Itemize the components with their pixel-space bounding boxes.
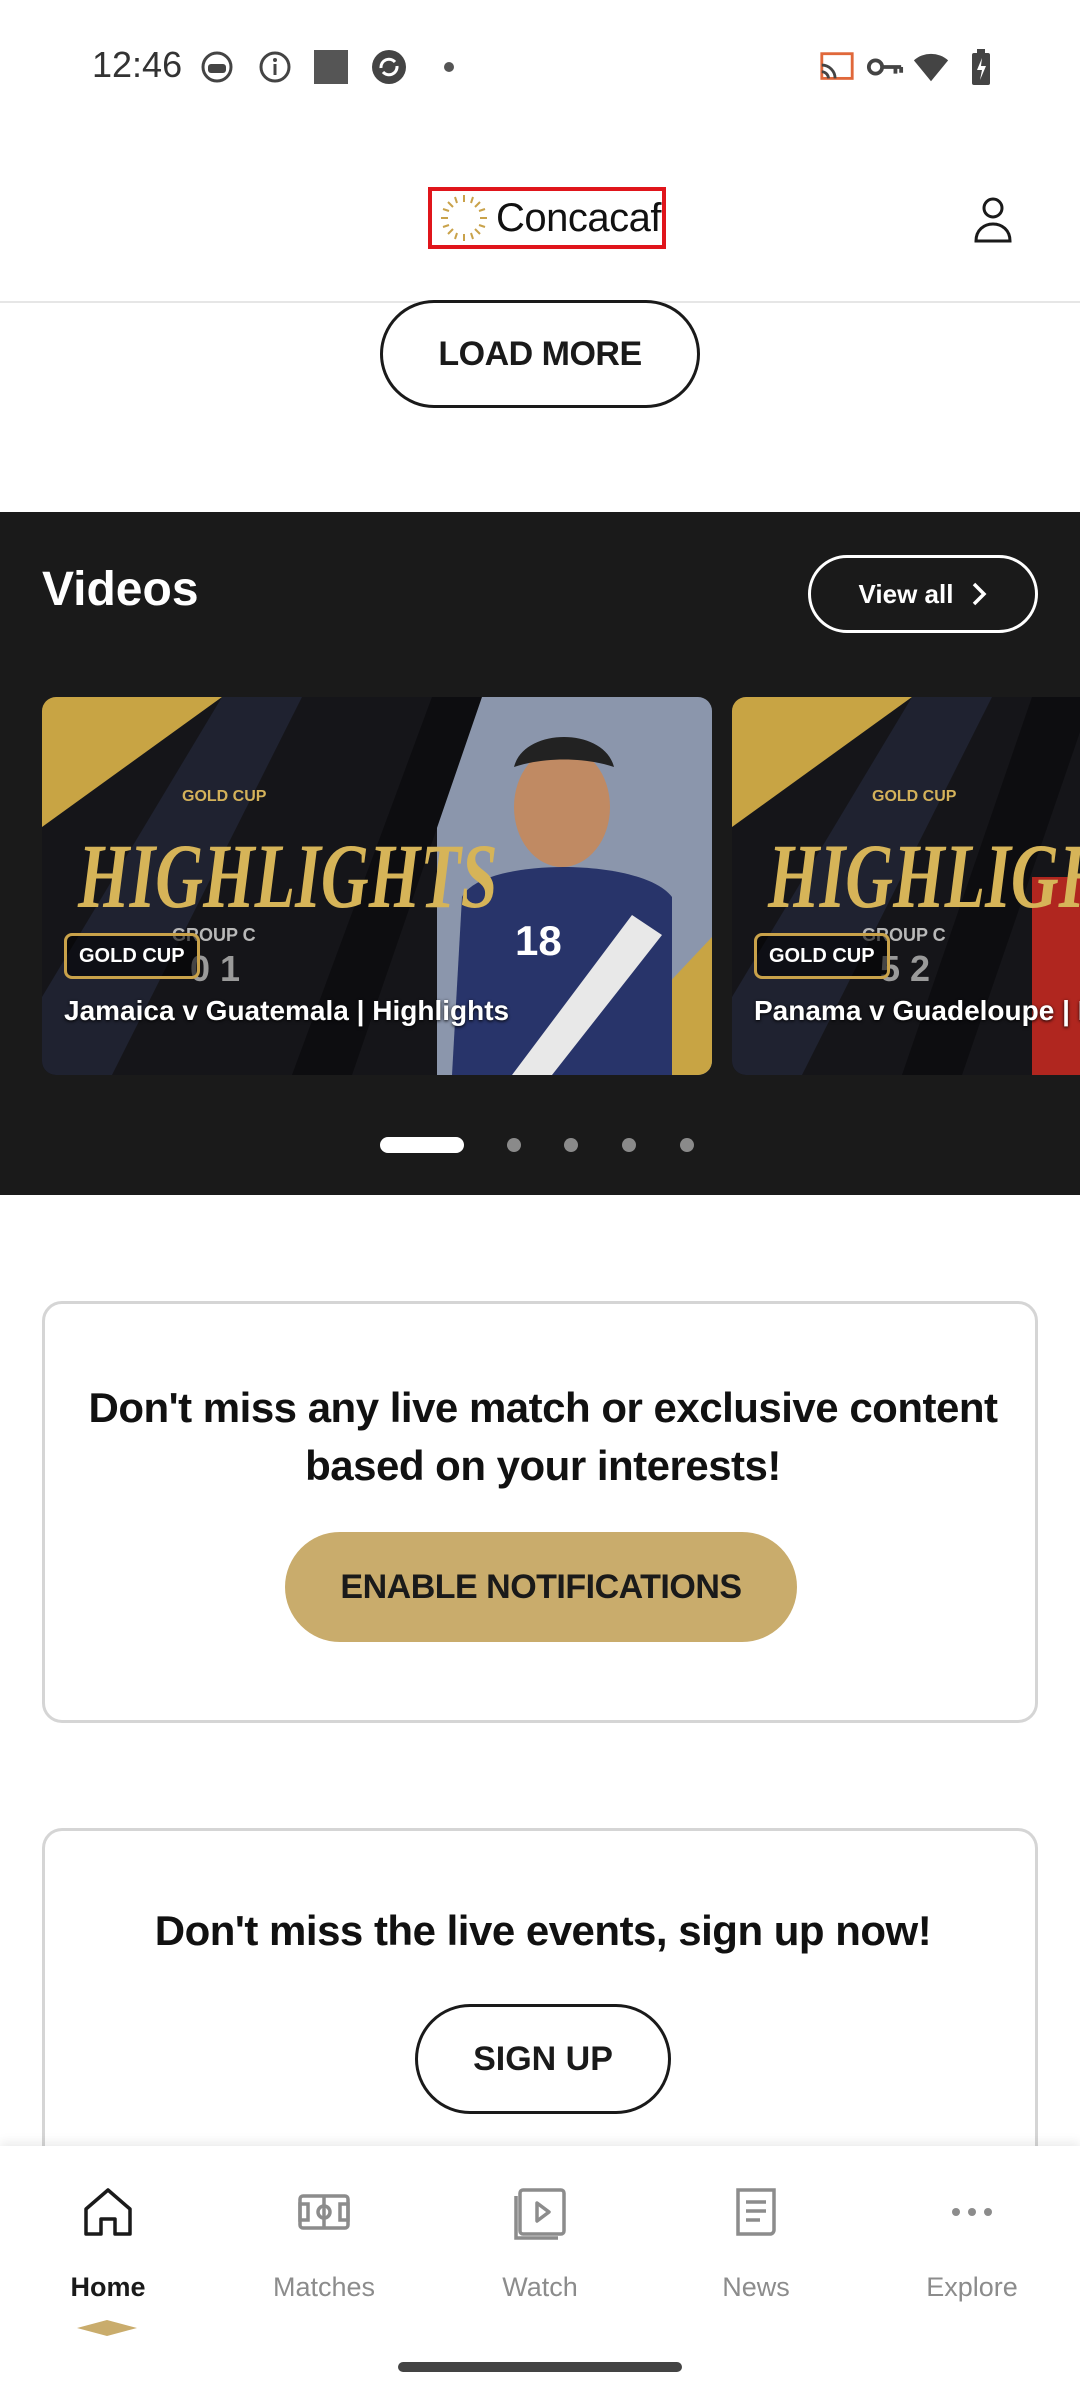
cast-icon xyxy=(818,48,856,86)
wifi-icon xyxy=(912,48,950,86)
play-icon xyxy=(514,2188,566,2240)
gold-cup-badge: GOLD CUP xyxy=(64,933,200,979)
svg-text:HIGHLIGHTS: HIGHLIGHTS xyxy=(77,827,497,928)
square-icon xyxy=(312,48,350,86)
info-icon xyxy=(256,48,294,86)
gesture-bar[interactable] xyxy=(398,2362,682,2372)
view-all-label: View all xyxy=(858,578,954,609)
video-title: Jamaica v Guatemala | Highlights xyxy=(64,995,510,1026)
pagination-dot[interactable] xyxy=(507,1138,521,1152)
videos-title: Videos xyxy=(42,563,199,616)
logo-text: Concacaf xyxy=(496,195,661,240)
nav-label: Watch xyxy=(502,2272,578,2302)
sync-icon xyxy=(370,48,408,86)
nav-label: Home xyxy=(70,2272,146,2302)
nav-matches[interactable]: Matches xyxy=(216,2176,432,2326)
battery-icon xyxy=(962,48,1000,86)
dot-icon xyxy=(430,48,468,86)
video-card[interactable]: 18 GOLD CUP HIGHLIGHTS GROUP C 0 1 GOLD … xyxy=(42,697,712,1075)
pagination-dot[interactable] xyxy=(564,1138,578,1152)
pagination-dot-active[interactable] xyxy=(380,1137,464,1153)
nav-label: Matches xyxy=(272,2272,376,2302)
sign-up-button[interactable]: SIGN UP xyxy=(415,2004,671,2114)
view-all-button[interactable]: View all xyxy=(808,555,1038,633)
videos-section: Videos View all 18 GOLD CUP HIGHLIGHTS G… xyxy=(0,512,1080,1195)
signup-card: Don't miss the live events, sign up now!… xyxy=(42,1828,1038,2188)
person-icon xyxy=(974,197,1012,243)
nav-label: News xyxy=(722,2272,790,2302)
sun-logo-icon xyxy=(441,195,487,241)
gold-cup-badge: GOLD CUP xyxy=(754,933,890,979)
carousel-pagination xyxy=(0,1132,1080,1153)
face-icon xyxy=(198,48,236,86)
notifications-title: Don't miss any live match or exclusive c… xyxy=(88,1384,998,1489)
nav-explore[interactable]: Explore xyxy=(864,2176,1080,2326)
video-card[interactable]: GOLD CUP HIGHLIGHTS GROUP C 5 2 GOLD CUP… xyxy=(732,697,1080,1075)
app-header: Concacaf xyxy=(0,135,1080,303)
more-icon xyxy=(952,2208,992,2216)
pagination-dot[interactable] xyxy=(680,1138,694,1152)
notifications-card: Don't miss any live match or exclusive c… xyxy=(42,1301,1038,1723)
nav-home[interactable]: Home xyxy=(0,2176,216,2326)
chevron-right-icon xyxy=(973,582,987,606)
pagination-dot[interactable] xyxy=(622,1138,636,1152)
profile-button[interactable] xyxy=(972,195,1014,245)
load-more-button[interactable]: LOAD MORE xyxy=(380,300,700,408)
news-icon xyxy=(736,2188,776,2236)
nav-news[interactable]: News xyxy=(648,2176,864,2326)
signup-title: Don't miss the live events, sign up now! xyxy=(154,1907,932,1954)
home-icon xyxy=(84,2188,132,2236)
concacaf-logo[interactable]: Concacaf xyxy=(428,187,666,249)
active-tab-indicator xyxy=(77,2320,137,2336)
svg-text:18: 18 xyxy=(515,917,562,964)
svg-text:GOLD CUP: GOLD CUP xyxy=(182,788,267,805)
status-time: 12:46 xyxy=(92,44,183,85)
pitch-icon xyxy=(298,2194,350,2230)
nav-watch[interactable]: Watch xyxy=(432,2176,648,2326)
svg-text:HIGHLIGHTS: HIGHLIGHTS xyxy=(767,827,1080,928)
video-title: Panama v Guadeloupe | Highlights xyxy=(754,995,1080,1026)
enable-notifications-button[interactable]: ENABLE NOTIFICATIONS xyxy=(285,1532,797,1642)
nav-label: Explore xyxy=(926,2272,1018,2302)
svg-text:GOLD CUP: GOLD CUP xyxy=(872,788,957,805)
status-bar: 12:46 xyxy=(0,0,1080,135)
key-icon xyxy=(866,48,904,86)
